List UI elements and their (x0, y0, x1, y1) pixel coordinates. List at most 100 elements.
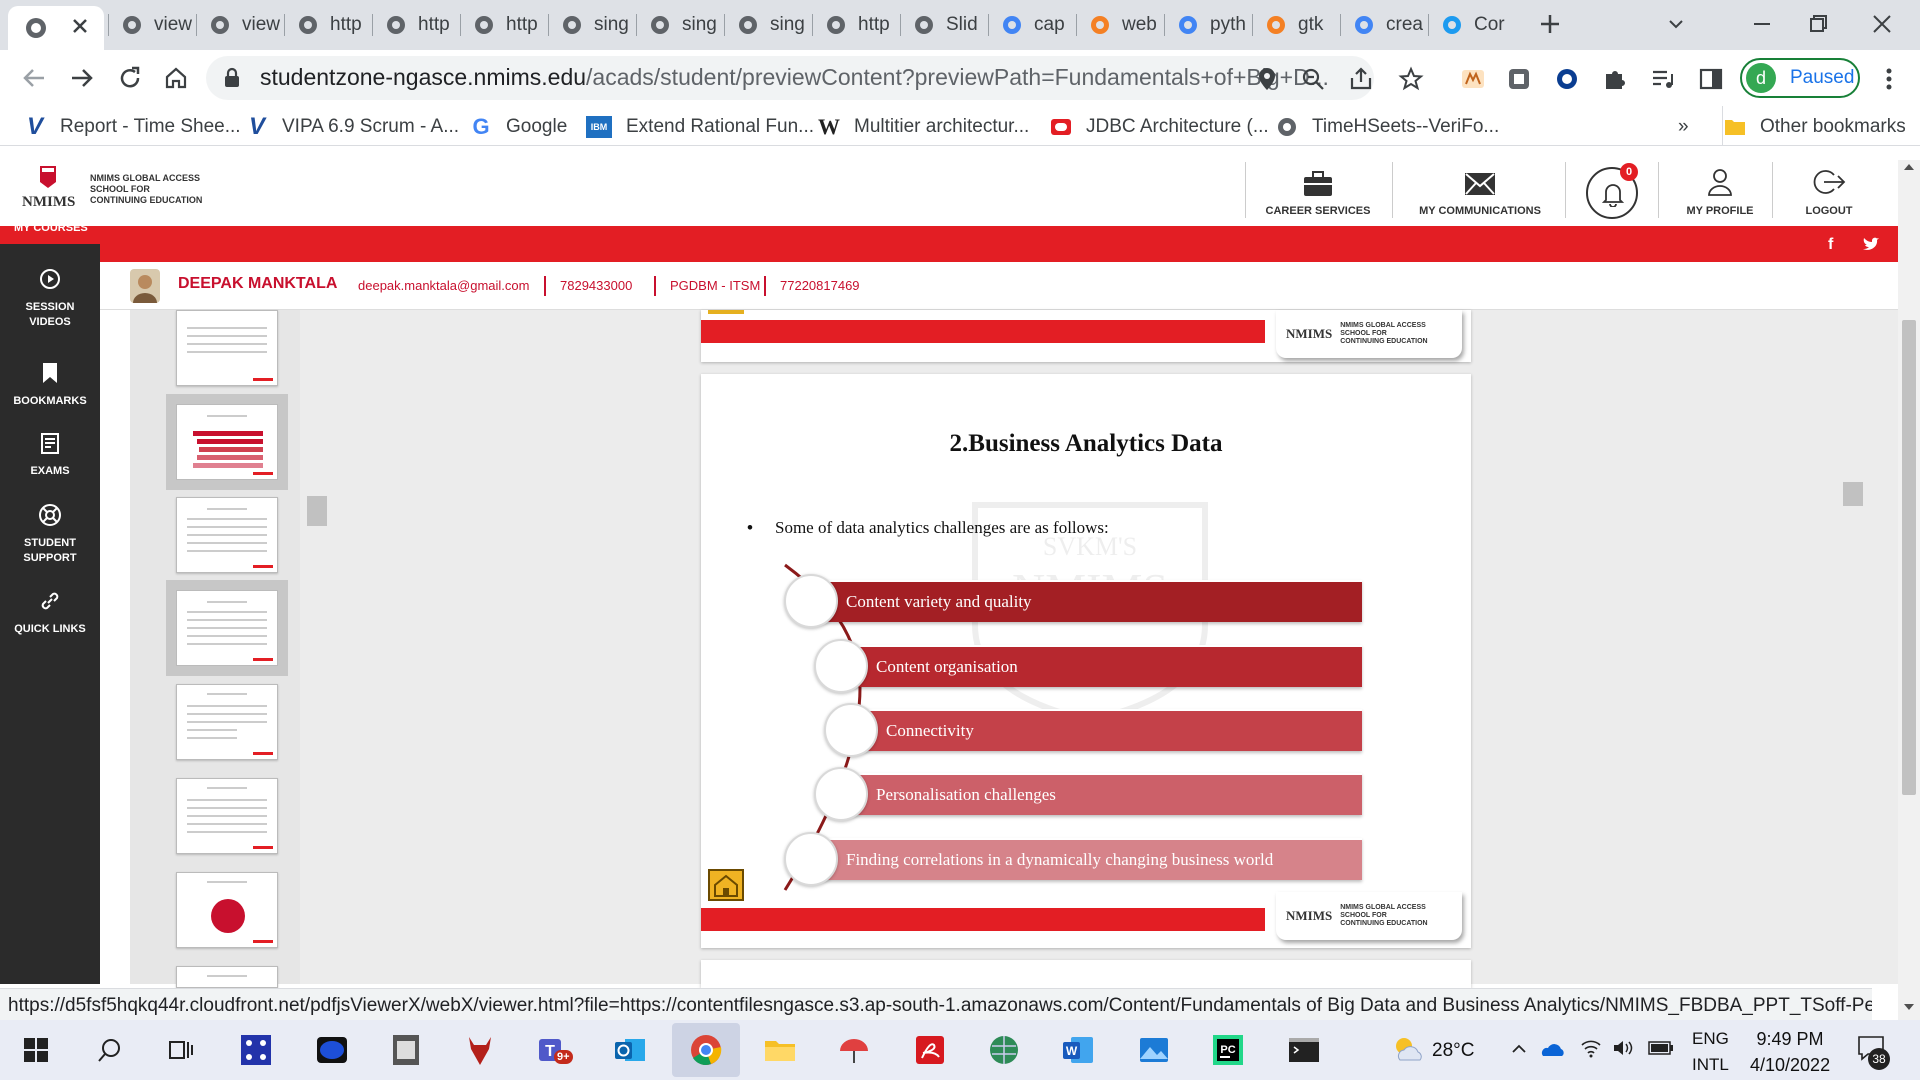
notifications-button[interactable]: 0 (1586, 163, 1638, 219)
bookmarks-overflow[interactable]: » (1678, 116, 1689, 138)
zoom-icon[interactable] (1300, 66, 1326, 92)
rail-quick-links[interactable]: QUICK LINKS (0, 588, 100, 637)
scroll-up-arrow[interactable] (1902, 162, 1916, 172)
browser-tab[interactable]: sing (560, 8, 634, 42)
browser-tab[interactable]: Slid (912, 8, 986, 42)
bookmark-jdbc[interactable]: JDBC Architecture (... (1050, 116, 1269, 138)
my-profile-button[interactable]: MY PROFILE (1660, 147, 1780, 227)
share-icon[interactable] (1348, 66, 1374, 92)
lock-icon[interactable] (222, 67, 242, 89)
page-thumbnail[interactable] (176, 310, 278, 386)
minimize-button[interactable] (1748, 10, 1776, 38)
career-services-button[interactable]: CAREER SERVICES (1248, 147, 1388, 227)
browser-tab[interactable]: sing (648, 8, 722, 42)
rail-bookmarks[interactable]: BOOKMARKS (0, 360, 100, 409)
tab-search-icon[interactable] (1664, 12, 1688, 36)
volume-icon[interactable] (1612, 1038, 1636, 1058)
profile-button[interactable]: d Paused (1740, 58, 1860, 98)
rail-session-videos[interactable]: SESSION VIDEOS (0, 266, 100, 330)
search-icon[interactable] (90, 1030, 130, 1070)
close-window-button[interactable] (1868, 10, 1896, 38)
app-blue-icon[interactable] (312, 1030, 352, 1070)
acrobat-icon[interactable] (910, 1030, 950, 1070)
browser-tab[interactable]: view (120, 8, 194, 42)
home-icon[interactable] (708, 869, 744, 901)
avatar[interactable] (130, 269, 160, 303)
kebab-menu-icon[interactable] (1876, 66, 1902, 92)
file-explorer-icon[interactable] (760, 1030, 800, 1070)
twitter-icon[interactable] (1862, 236, 1880, 252)
nmims-logo[interactable]: NMIMS (20, 164, 76, 214)
bookmark-vipa[interactable]: V VIPA 6.9 Scrum - A... (246, 113, 459, 140)
page-thumbnail[interactable] (176, 497, 278, 573)
weather-icon[interactable] (1390, 1034, 1426, 1064)
notification-center-icon[interactable]: 38 (1856, 1034, 1890, 1070)
rail-student-support[interactable]: STUDENT SUPPORT (0, 502, 100, 566)
forward-icon[interactable] (68, 64, 96, 92)
new-tab-button[interactable] (1536, 10, 1564, 38)
extension-circle-icon[interactable] (1554, 66, 1580, 92)
home-icon[interactable] (708, 310, 744, 314)
home-icon[interactable] (162, 64, 190, 92)
back-icon[interactable] (20, 64, 48, 92)
outlook-icon[interactable] (610, 1030, 650, 1070)
extension-capture-icon[interactable] (1506, 66, 1532, 92)
page-thumbnail[interactable] (176, 778, 278, 854)
onedrive-icon[interactable] (1540, 1040, 1566, 1058)
rail-exams[interactable]: EXAMS (0, 430, 100, 479)
battery-icon[interactable] (1648, 1040, 1674, 1056)
other-bookmarks[interactable]: Other bookmarks (1724, 116, 1906, 138)
facebook-icon[interactable]: f (1828, 236, 1833, 254)
app-bull-icon[interactable] (460, 1030, 500, 1070)
word-icon[interactable]: W (1058, 1030, 1098, 1070)
page-thumbnail[interactable] (176, 872, 278, 948)
bookmark-timesheets[interactable]: TimeHSeets--VeriFo... (1276, 116, 1499, 138)
extension-wolf-icon[interactable] (1460, 66, 1486, 92)
page-thumbnail[interactable] (176, 684, 278, 760)
photos-icon[interactable] (1134, 1030, 1174, 1070)
browser-tab[interactable]: sing (736, 8, 810, 42)
browser-tab[interactable]: gtk (1264, 8, 1338, 42)
side-panel-icon[interactable] (1698, 66, 1724, 92)
clock[interactable]: 9:49 PM 4/10/2022 (1750, 1026, 1830, 1078)
terminal-icon[interactable] (1284, 1030, 1324, 1070)
location-icon[interactable] (1256, 66, 1278, 92)
extensions-puzzle-icon[interactable] (1602, 66, 1628, 92)
browser-tab[interactable]: Cor (1440, 8, 1514, 42)
logout-button[interactable]: LOGOUT (1774, 147, 1884, 227)
scroll-down-arrow[interactable] (1902, 1002, 1916, 1012)
app-dots-icon[interactable] (236, 1030, 276, 1070)
browser-tab[interactable]: cap (1000, 8, 1074, 42)
bookmark-report[interactable]: V Report - Time Shee... (24, 113, 241, 140)
my-courses-link[interactable]: MY COURSES (14, 222, 88, 234)
reload-icon[interactable] (116, 64, 144, 92)
my-communications-button[interactable]: MY COMMUNICATIONS (1394, 147, 1566, 227)
browser-tab[interactable]: view (208, 8, 282, 42)
app-umbrella-icon[interactable] (834, 1030, 874, 1070)
page-scrollbar-thumb[interactable] (1902, 320, 1916, 795)
teams-icon[interactable]: T 9+ (534, 1030, 574, 1070)
pycharm-icon[interactable]: PC (1208, 1030, 1248, 1070)
windows-start-icon[interactable] (16, 1030, 56, 1070)
media-control-icon[interactable] (1650, 66, 1676, 92)
browser-tab[interactable]: http (296, 8, 370, 42)
viewer-scrollbar-thumb[interactable] (1843, 482, 1863, 506)
browser-tab[interactable]: crea (1352, 8, 1426, 42)
browser-tab[interactable]: pyth (1176, 8, 1250, 42)
browser-tab[interactable]: http (824, 8, 898, 42)
chrome-taskbar-button[interactable] (672, 1023, 740, 1077)
globe-app-icon[interactable] (984, 1030, 1024, 1070)
wifi-icon[interactable] (1580, 1038, 1602, 1058)
browser-tab[interactable]: http (472, 8, 546, 42)
task-view-icon[interactable] (160, 1030, 200, 1070)
url-text[interactable]: studentzone-ngasce.nmims.edu/acads/stude… (260, 64, 1329, 91)
bookmark-ibm[interactable]: IBM Extend Rational Fun... (586, 116, 814, 138)
page-thumbnail-selected[interactable] (166, 394, 288, 490)
page-thumbnail[interactable] (166, 580, 288, 676)
active-tab[interactable] (8, 6, 104, 50)
bookmark-wikipedia[interactable]: W Multitier architectur... (818, 114, 1029, 139)
close-tab-icon[interactable] (68, 14, 92, 38)
browser-tab[interactable]: web (1088, 8, 1162, 42)
restore-button[interactable] (1804, 10, 1832, 38)
chevron-up-icon[interactable] (1510, 1040, 1528, 1058)
